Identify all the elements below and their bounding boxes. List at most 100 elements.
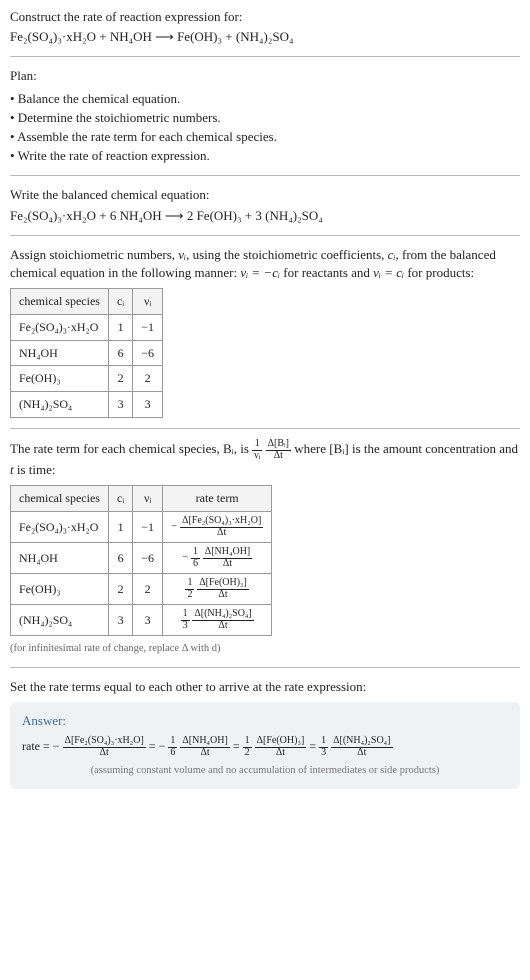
frac-coef: 1 3 [319,736,328,758]
frac-coef: 1 2 [243,736,252,758]
cell-nui: 2 [133,574,163,605]
cell-nui: 2 [133,366,163,392]
divider [10,235,520,236]
table-header-row: chemical species cᵢ νᵢ rate term [11,486,272,512]
frac-den: 3 [319,748,328,759]
frac-den: 6 [191,559,200,570]
frac-num: Δ[Fe₂(SO₄)₃·xH₂O] [180,516,263,528]
frac-den: 6 [168,748,177,759]
frac-num: 1 [319,736,328,748]
frac-den: Δt [203,559,252,570]
table-row: Fe(OH)₃ 2 2 [11,366,163,392]
frac-conc: Δ[Fe(OH)₃] Δt [197,578,249,600]
rate-term: − Δ[Fe₂(SO₄)₃·xH₂O] Δt [53,739,149,753]
table-row: NH₄OH 6 −6 − 1 6 Δ[NH₄OH] Δt [11,543,272,574]
frac-num: Δ[(NH₄)₂SO₄] [192,609,253,621]
plan-item: • Write the rate of reaction expression. [10,147,520,165]
frac-den: Δt [180,748,229,759]
table-row: NH₄OH 6 −6 [11,340,163,366]
frac-coef: 1 3 [181,609,190,631]
cell-rate-term: − Δ[Fe₂(SO₄)₃·xH₂O] Δt [163,512,272,543]
frac-den: Δt [63,748,146,759]
col-species: chemical species [11,486,109,512]
sign: = [309,739,319,753]
frac-dbi-dt: Δ[Bᵢ] Δt [266,439,291,461]
frac-num: Δ[(NH₄)₂SO₄] [331,736,392,748]
cell-species: Fe₂(SO₄)₃·xH₂O [11,512,109,543]
plan-item: • Determine the stoichiometric numbers. [10,109,520,127]
cell-nui: −6 [133,340,163,366]
divider [10,428,520,429]
divider [10,175,520,176]
frac-num: 1 [181,609,190,621]
cell-nui: −1 [133,314,163,340]
frac-conc: Δ[Fe(OH)₃] Δt [255,736,307,758]
rate-term-text: The rate term for each chemical species,… [10,441,252,456]
cell-nui: −6 [133,543,163,574]
plan-item: • Assemble the rate term for each chemic… [10,128,520,146]
table-row: Fe₂(SO₄)₃·xH₂O 1 −1 − Δ[Fe₂(SO₄)₃·xH₂O] … [11,512,272,543]
rate-term-section: The rate term for each chemical species,… [10,439,520,657]
frac-conc: Δ[Fe₂(SO₄)₃·xH₂O] Δt [63,736,146,758]
sign: = [233,739,243,753]
rate-term: = 1 2 Δ[Fe(OH)₃] Δt [233,739,309,753]
cell-ci: 1 [108,512,132,543]
frac-coef: 1 6 [168,736,177,758]
cell-species: (NH₄)₂SO₄ [11,392,109,418]
answer-box: Answer: rate = − Δ[Fe₂(SO₄)₃·xH₂O] Δt = … [10,702,520,789]
frac-den: Δt [180,528,263,539]
col-ci: cᵢ [108,486,132,512]
frac-coef: 1 6 [191,547,200,569]
divider [10,56,520,57]
frac-den: 2 [243,748,252,759]
frac-num: 1 [168,736,177,748]
nu-eq-c: νᵢ = cᵢ [373,265,404,280]
cell-species: Fe₂(SO₄)₃·xH₂O [11,314,109,340]
cell-nui: 3 [133,605,163,636]
rate-term-table: chemical species cᵢ νᵢ rate term Fe₂(SO₄… [10,485,272,636]
frac-den: Δt [266,451,291,462]
frac-den: νᵢ [252,451,262,462]
col-nui: νᵢ [133,289,163,315]
problem-title: Construct the rate of reaction expressio… [10,8,520,26]
plan-item: • Balance the chemical equation. [10,90,520,108]
frac-den: 3 [181,621,190,632]
problem-statement: Construct the rate of reaction expressio… [10,8,520,46]
rate-term: = − 1 6 Δ[NH₄OH] Δt [149,739,233,753]
stoich-text: for reactants and [280,265,373,280]
nu-i: νᵢ [178,247,186,262]
frac-den: Δt [192,621,253,632]
cell-species: (NH₄)₂SO₄ [11,605,109,636]
nu-neg-c: νᵢ = −cᵢ [240,265,280,280]
stoich-section: Assign stoichiometric numbers, νᵢ, using… [10,246,520,418]
plan-list: • Balance the chemical equation. • Deter… [10,90,520,166]
rate-prefix: rate = [22,739,53,753]
frac-den: 2 [185,590,194,601]
cell-ci: 6 [108,340,132,366]
rate-term: = 1 3 Δ[(NH₄)₂SO₄] Δt [309,739,392,753]
cell-species: NH₄OH [11,543,109,574]
frac-one-over-nu: 1 νᵢ [252,439,262,461]
cell-ci: 3 [108,605,132,636]
table-row: Fe(OH)₃ 2 2 1 2 Δ[Fe(OH)₃] Δt [11,574,272,605]
frac-conc: Δ[NH₄OH] Δt [203,547,252,569]
plan-section: Plan: • Balance the chemical equation. •… [10,67,520,165]
c-i: cᵢ [388,247,396,262]
cell-ci: 3 [108,392,132,418]
sign: − [53,739,60,753]
assumption-note: (assuming constant volume and no accumul… [22,764,508,779]
col-nui: νᵢ [133,486,163,512]
table-row: (NH₄)₂SO₄ 3 3 [11,392,163,418]
table-row: (NH₄)₂SO₄ 3 3 1 3 Δ[(NH₄)₂SO₄] Δt [11,605,272,636]
sign: = − [149,739,166,753]
frac-num: Δ[Fe₂(SO₄)₃·xH₂O] [63,736,146,748]
cell-ci: 2 [108,366,132,392]
frac-num: Δ[Bᵢ] [266,439,291,451]
set-equal-text: Set the rate terms equal to each other t… [10,678,520,696]
frac-num: 1 [185,578,194,590]
frac-num: Δ[Fe(OH)₃] [197,578,249,590]
rate-expression: rate = − Δ[Fe₂(SO₄)₃·xH₂O] Δt = − 1 6 Δ[… [22,736,508,758]
balanced-title: Write the balanced chemical equation: [10,186,520,204]
frac-den: Δt [331,748,392,759]
table-header-row: chemical species cᵢ νᵢ [11,289,163,315]
